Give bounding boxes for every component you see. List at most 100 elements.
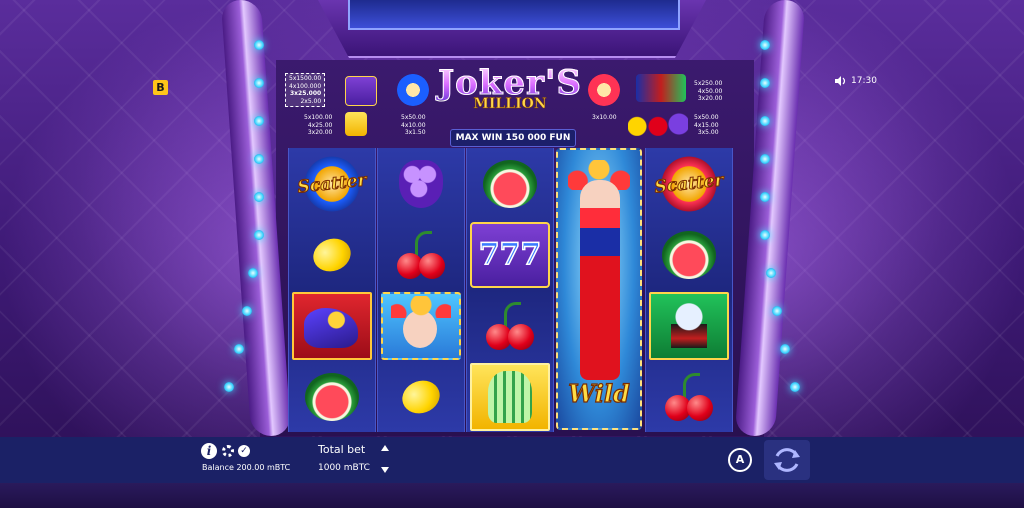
max-win-banner: MAX WIN 150 000 FUN: [450, 129, 576, 147]
pay-line: 5x1500.00: [289, 75, 322, 82]
light-dot: [760, 154, 770, 164]
joker-mini-icon: [636, 74, 686, 102]
reel-cell: [467, 361, 553, 432]
left-glow: [0, 0, 260, 508]
watermelon-symbol: [305, 372, 359, 421]
scatter-blue-symbol: Scatter: [296, 153, 368, 214]
cherry: [508, 323, 534, 350]
gear-icon[interactable]: [222, 445, 234, 457]
reel-cell: [646, 290, 732, 361]
autoplay-button[interactable]: A: [728, 448, 752, 472]
pay-line: 3x5.00: [697, 129, 719, 136]
sevens-mini-icon: [345, 76, 377, 106]
paytable-joker: 5x250.00 4x50.00 3x20.00: [694, 80, 722, 103]
reel-3: 777: [466, 148, 554, 432]
reel-1: Scatter: [288, 148, 376, 432]
light-dot: [234, 344, 244, 354]
joker-portrait-symbol: [381, 291, 461, 360]
light-dot: [760, 230, 770, 240]
pay-line: 2x5.00: [300, 97, 322, 105]
pay-line: 3x20.00: [307, 129, 333, 136]
total-bet-value: 1000 mBTC: [318, 463, 370, 473]
bowling-mini-icon: [345, 112, 367, 136]
wild-label: Wild: [568, 378, 631, 408]
bottom-bar: [0, 437, 1024, 483]
light-dot: [760, 40, 770, 50]
reel-cell: [289, 361, 375, 432]
pay-line: 3x25.000: [289, 90, 322, 97]
reel-cell: Scatter: [289, 148, 375, 219]
light-dot: [254, 192, 264, 202]
light-dot: [254, 78, 264, 88]
wild-reel: Wild: [556, 148, 642, 430]
watermelon-symbol: [483, 159, 537, 208]
reel-cell: [467, 148, 553, 219]
sound-icon[interactable]: [835, 76, 847, 86]
reel-cell: [378, 290, 464, 361]
spin-button[interactable]: [764, 440, 810, 480]
bowling-symbol: [470, 362, 550, 431]
top-screen: [348, 0, 680, 30]
pay-line: 3x10.00: [592, 114, 617, 121]
light-dot: [760, 78, 770, 88]
light-dot: [254, 116, 264, 126]
paytable-scatter-right: 3x10.00: [592, 114, 617, 122]
paytable-sevens: 5x1500.00 4x100.000 3x25.000 2x5.00: [285, 73, 326, 107]
brand-badge: B: [153, 80, 168, 95]
clock: 17:30: [851, 76, 877, 86]
fruits-mini-icon: [628, 112, 688, 136]
lemon-symbol: [397, 374, 445, 419]
light-dot: [242, 306, 252, 316]
light-dot: [760, 116, 770, 126]
light-dot: [254, 230, 264, 240]
pay-line: 5x100.00: [304, 114, 333, 121]
info-icon[interactable]: i: [201, 443, 217, 459]
scatter-label: Scatter: [296, 169, 368, 198]
reel-cell: [289, 290, 375, 361]
cherries-symbol: [393, 230, 449, 279]
pay-line: 3x20.00: [697, 95, 723, 102]
light-dot: [248, 268, 258, 278]
light-dot: [760, 192, 770, 202]
total-bet-label: Total bet: [318, 443, 366, 456]
lemon-symbol: [308, 232, 356, 277]
bottom-strip: [0, 483, 1024, 508]
reel-cell: [378, 219, 464, 290]
pay-line: 3x1.50: [404, 129, 426, 136]
reel-cell: [378, 148, 464, 219]
right-glow: [764, 0, 1024, 508]
light-dot: [254, 154, 264, 164]
grapes-symbol: [399, 159, 443, 208]
light-dot: [254, 40, 264, 50]
pay-line: 4x25.00: [307, 121, 333, 129]
reel-cell: [289, 219, 375, 290]
reel-cell: [646, 219, 732, 290]
pay-line: 4x10.00: [401, 121, 426, 129]
reel-5: Scatter: [645, 148, 733, 432]
check-icon[interactable]: ✓: [238, 445, 250, 457]
bet-increase-icon[interactable]: [381, 445, 389, 451]
light-dot: [772, 306, 782, 316]
cherries-symbol: [661, 372, 717, 421]
reel-cell: [378, 361, 464, 432]
logo-title: Joker'S: [430, 66, 590, 101]
scatter-red-symbol: Scatter: [653, 153, 725, 214]
pay-line: 5x50.00: [694, 114, 719, 121]
scatter-blue-mini-icon: [397, 74, 429, 106]
bet-decrease-icon[interactable]: [381, 467, 389, 473]
paytable-bowling: 5x100.00 4x25.00 3x20.00: [304, 114, 332, 137]
pay-line: 5x250.00: [694, 80, 723, 87]
balance-text: Balance 200.00 mBTC: [202, 463, 291, 472]
cherry: [419, 252, 445, 279]
pay-line: 4x15.00: [694, 121, 719, 129]
sevens-symbol: 777: [470, 221, 550, 288]
jester-figure: [580, 180, 620, 380]
left-lights: [224, 40, 266, 430]
reel-cell: [467, 290, 553, 361]
right-lights: [760, 40, 800, 430]
light-dot: [780, 344, 790, 354]
watermelon-symbol: [662, 230, 716, 279]
shoe-symbol: [292, 291, 372, 360]
pay-line: 4x100.000: [289, 82, 322, 90]
paytable-scatter-left: 5x50.00 4x10.00 3x1.50: [401, 114, 426, 137]
